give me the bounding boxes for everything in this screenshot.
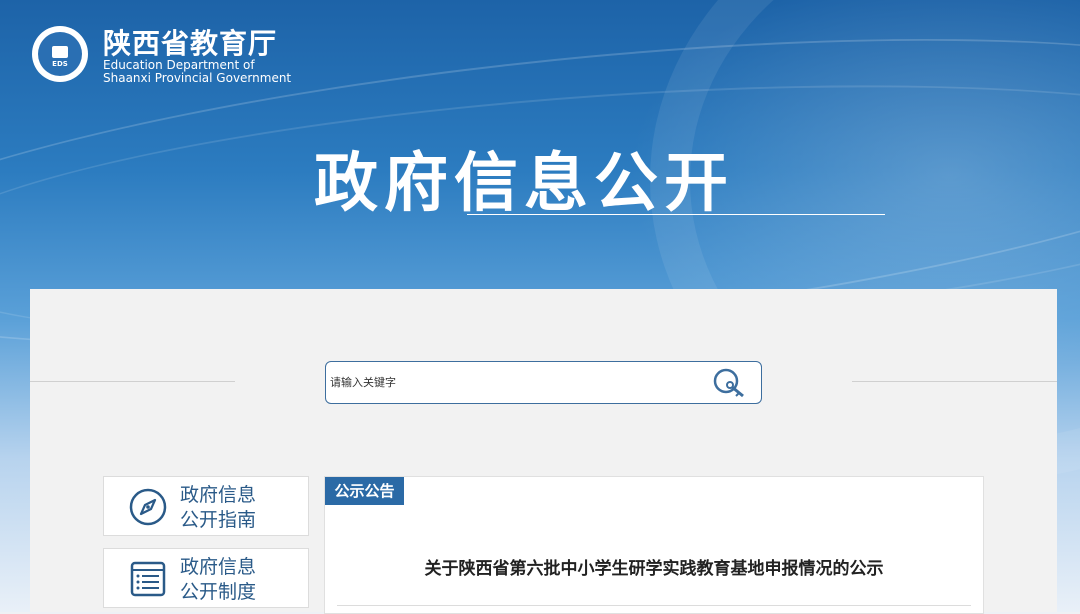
logo-emblem: EDS	[38, 32, 82, 76]
search-key-icon	[713, 368, 744, 398]
page-title: 政府信息公开	[314, 147, 734, 221]
search-box	[325, 361, 762, 404]
list-document-icon	[130, 561, 166, 597]
sidebar-item-disclosure-system[interactable]: 政府信息 公开制度	[103, 548, 309, 608]
title-underline	[467, 214, 885, 215]
divider-left	[30, 381, 235, 382]
notice-divider	[337, 605, 971, 606]
notice-tab[interactable]: 公示公告	[325, 477, 404, 505]
content-panel: 政府信息 公开指南 政府信息 公开制度 公示公告 关于陕西省第六批中小学生研学实…	[30, 289, 1057, 614]
org-name-en-line2: Shaanxi Provincial Government	[103, 71, 292, 85]
department-logo[interactable]: EDS	[32, 26, 88, 82]
book-icon	[52, 46, 68, 58]
compass-icon	[129, 488, 167, 526]
notice-box: 公示公告 关于陕西省第六批中小学生研学实践教育基地申报情况的公示	[324, 476, 984, 614]
sidebar-item-label: 政府信息 公开制度	[180, 556, 257, 603]
sidebar-item-label: 政府信息 公开指南	[180, 484, 257, 531]
divider-right	[852, 381, 1057, 382]
org-name-cn[interactable]: 陕西省教育厅	[103, 22, 277, 62]
org-name-en-line1: Education Department of	[103, 58, 255, 72]
search-button[interactable]	[711, 366, 749, 400]
search-input[interactable]	[330, 370, 700, 394]
notice-title-link[interactable]: 关于陕西省第六批中小学生研学实践教育基地申报情况的公示	[325, 554, 983, 579]
sidebar-item-disclosure-guide[interactable]: 政府信息 公开指南	[103, 476, 309, 536]
logo-text: EDS	[52, 60, 68, 68]
